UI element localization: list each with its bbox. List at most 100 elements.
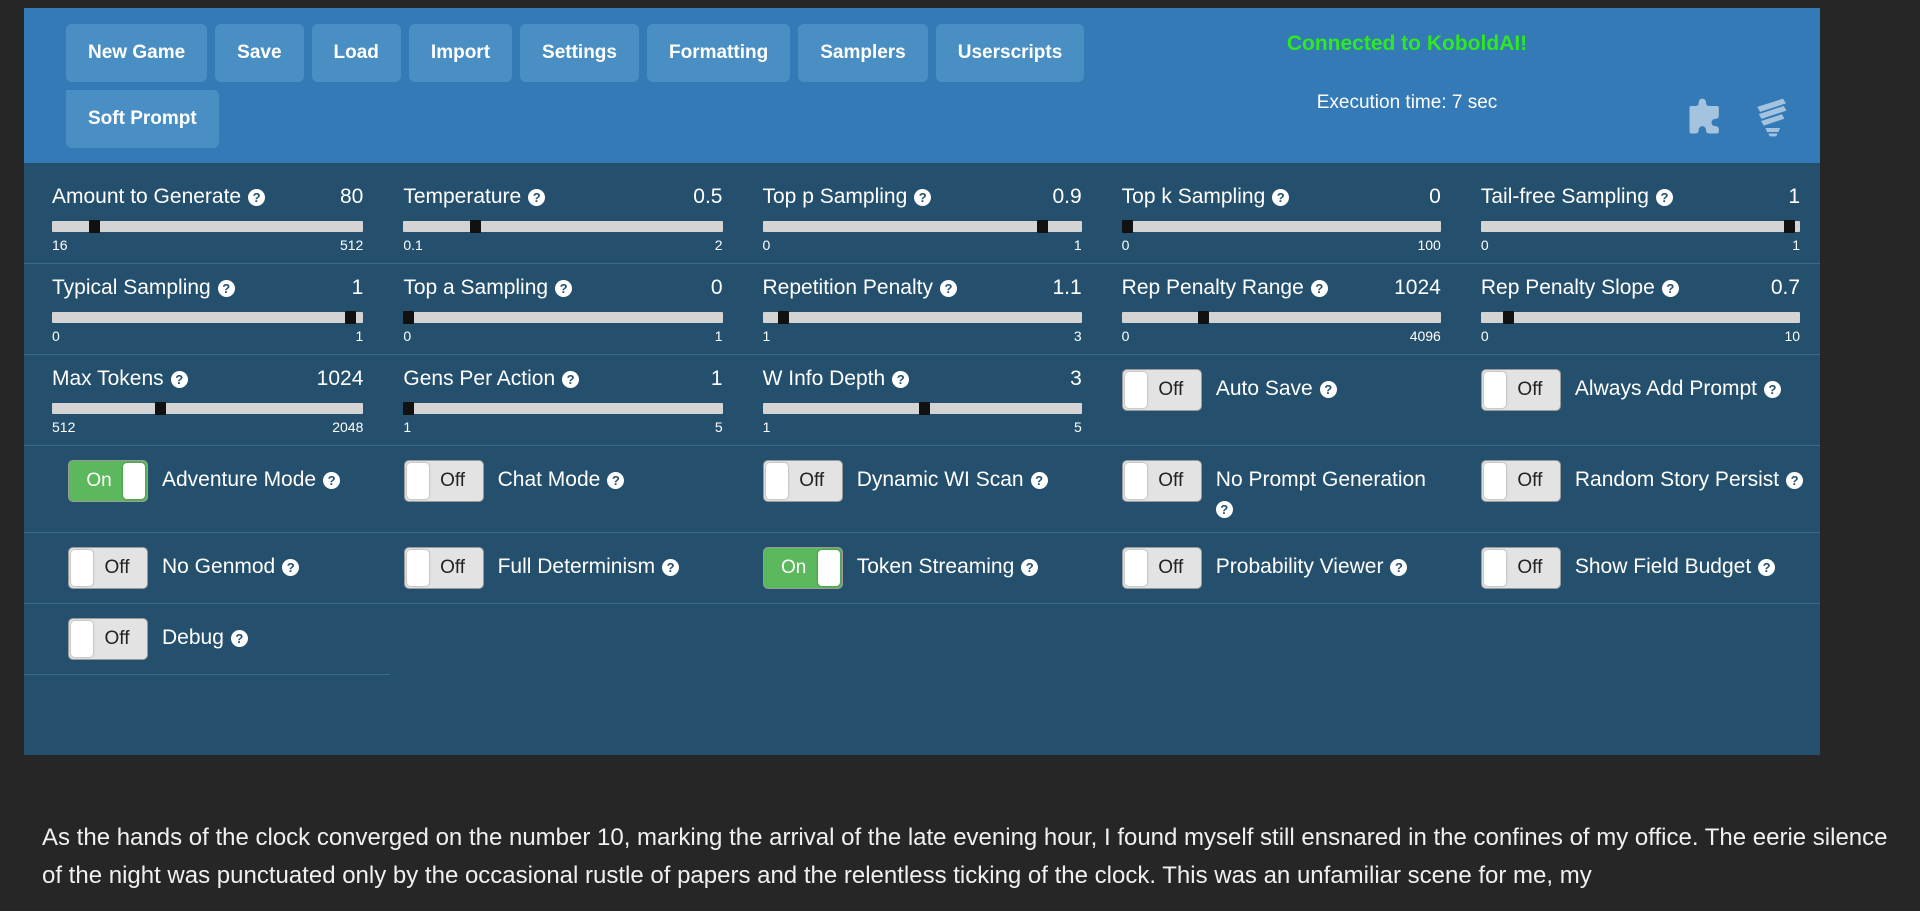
toggle-full-determinism[interactable]: Off Full Determinism? [384, 533, 743, 603]
toggle-auto-save[interactable]: Off Auto Save? [1102, 355, 1461, 445]
toggle-switch[interactable]: Off [68, 618, 148, 660]
help-icon[interactable]: ? [1655, 188, 1673, 206]
slider-track[interactable] [762, 220, 1082, 233]
toggle-switch[interactable]: Off [403, 460, 484, 502]
help-icon[interactable]: ? [323, 471, 341, 489]
slider-thumb[interactable] [1121, 220, 1133, 233]
help-icon[interactable]: ? [562, 370, 580, 388]
slider-thumb[interactable] [470, 220, 482, 233]
slider-thumb[interactable] [1503, 311, 1515, 324]
toggle-no-prompt-generation[interactable]: Off No Prompt Generation? [1102, 446, 1461, 532]
menu-button-formatting[interactable]: Formatting [646, 24, 791, 82]
help-icon[interactable]: ? [939, 279, 957, 297]
slider-top-p-sampling[interactable]: Top p Sampling? 0.9 0 1 [743, 173, 1102, 263]
slider-gens-per-action[interactable]: Gens Per Action? 1 1 5 [383, 355, 742, 445]
help-icon[interactable]: ? [1021, 558, 1039, 576]
toggle-switch[interactable]: Off [762, 460, 843, 502]
help-icon[interactable]: ? [1030, 471, 1048, 489]
slider-amount-to-generate[interactable]: Amount to Generate? 80 16 512 [24, 173, 383, 263]
slider-thumb[interactable] [344, 311, 356, 324]
slider-thumb[interactable] [778, 311, 790, 324]
help-icon[interactable]: ? [1310, 279, 1328, 297]
toggle-random-story-persist[interactable]: Off Random Story Persist? [1461, 446, 1820, 532]
slider-rep-penalty-slope[interactable]: Rep Penalty Slope? 0.7 0 10 [1461, 264, 1820, 354]
slider-rep-penalty-range[interactable]: Rep Penalty Range? 1024 0 4096 [1102, 264, 1461, 354]
toggle-switch[interactable]: Off [1480, 460, 1561, 502]
help-icon[interactable]: ? [1758, 558, 1776, 576]
slider-track[interactable] [1121, 220, 1441, 233]
toggle-switch[interactable]: Off [1121, 547, 1202, 589]
toggle-switch[interactable]: On [68, 460, 148, 502]
slider-track[interactable] [1121, 311, 1441, 324]
toggle-switch[interactable]: Off [1480, 547, 1561, 589]
toggle-switch[interactable]: Off [1480, 369, 1561, 411]
menu-button-new-game[interactable]: New Game [66, 24, 208, 82]
slider-track[interactable] [1480, 220, 1801, 233]
story-area[interactable]: As the hands of the clock converged on t… [20, 775, 1920, 911]
slider-track[interactable] [52, 220, 364, 233]
help-icon[interactable]: ? [1215, 501, 1233, 518]
slider-thumb[interactable] [1784, 220, 1796, 233]
help-icon[interactable]: ? [1390, 558, 1408, 576]
menu-button-samplers[interactable]: Samplers [798, 24, 928, 82]
toggle-dynamic-wi-scan[interactable]: Off Dynamic WI Scan? [743, 446, 1102, 532]
slider-track[interactable] [52, 311, 364, 324]
help-icon[interactable]: ? [217, 279, 235, 297]
help-icon[interactable]: ? [555, 279, 573, 297]
puzzle-piece-icon[interactable] [1684, 95, 1728, 139]
slider-thumb[interactable] [1198, 311, 1210, 324]
help-icon[interactable]: ? [1764, 380, 1782, 398]
slider-track[interactable] [403, 311, 723, 324]
menu-button-save[interactable]: Save [215, 24, 304, 82]
slider-max-tokens[interactable]: Max Tokens? 1024 512 2048 [24, 355, 383, 445]
slider-track[interactable] [52, 402, 364, 415]
slider-thumb[interactable] [1036, 220, 1048, 233]
slider-top-a-sampling[interactable]: Top a Sampling? 0 0 1 [383, 264, 742, 354]
slider-track[interactable] [762, 402, 1082, 415]
help-icon[interactable]: ? [1786, 471, 1804, 489]
menu-button-load[interactable]: Load [311, 24, 401, 82]
slider-thumb[interactable] [403, 311, 415, 324]
help-icon[interactable]: ? [892, 370, 910, 388]
slider-w-info-depth[interactable]: W Info Depth? 3 1 5 [743, 355, 1102, 445]
toggle-debug[interactable]: Off Debug? [24, 604, 390, 675]
menu-button-soft-prompt[interactable]: Soft Prompt [66, 90, 219, 148]
slider-track[interactable] [403, 220, 723, 233]
lightbulb-icon[interactable] [1750, 95, 1794, 139]
slider-top-k-sampling[interactable]: Top k Sampling? 0 0 100 [1102, 173, 1461, 263]
toggle-no-genmod[interactable]: Off No Genmod? [24, 533, 384, 603]
toggle-always-add-prompt[interactable]: Off Always Add Prompt? [1461, 355, 1820, 445]
help-icon[interactable]: ? [248, 188, 266, 206]
slider-temperature[interactable]: Temperature? 0.5 0.1 2 [383, 173, 742, 263]
slider-thumb[interactable] [89, 220, 101, 233]
menu-button-settings[interactable]: Settings [520, 24, 639, 82]
help-icon[interactable]: ? [607, 471, 625, 489]
slider-repetition-penalty[interactable]: Repetition Penalty? 1.1 1 3 [743, 264, 1102, 354]
toggle-switch[interactable]: On [762, 547, 843, 589]
slider-thumb[interactable] [919, 402, 931, 415]
slider-track[interactable] [762, 311, 1082, 324]
help-icon[interactable]: ? [230, 629, 248, 647]
menu-button-import[interactable]: Import [408, 24, 513, 82]
toggle-show-field-budget[interactable]: Off Show Field Budget? [1461, 533, 1820, 603]
help-icon[interactable]: ? [282, 558, 300, 576]
slider-thumb[interactable] [154, 402, 166, 415]
toggle-switch[interactable]: Off [68, 547, 148, 589]
help-icon[interactable]: ? [1661, 279, 1679, 297]
story-text[interactable]: As the hands of the clock converged on t… [20, 775, 1920, 895]
slider-typical-sampling[interactable]: Typical Sampling? 1 0 1 [24, 264, 383, 354]
slider-thumb[interactable] [403, 402, 415, 415]
toggle-token-streaming[interactable]: On Token Streaming? [743, 533, 1102, 603]
help-icon[interactable]: ? [528, 188, 546, 206]
help-icon[interactable]: ? [914, 188, 932, 206]
toggle-switch[interactable]: Off [1121, 369, 1202, 411]
toggle-switch[interactable]: Off [403, 547, 484, 589]
toggle-chat-mode[interactable]: Off Chat Mode? [384, 446, 743, 532]
toggle-switch[interactable]: Off [1121, 460, 1202, 502]
help-icon[interactable]: ? [662, 558, 680, 576]
toggle-probability-viewer[interactable]: Off Probability Viewer? [1102, 533, 1461, 603]
slider-tail-free-sampling[interactable]: Tail-free Sampling? 1 0 1 [1461, 173, 1820, 263]
help-icon[interactable]: ? [1319, 380, 1337, 398]
help-icon[interactable]: ? [1272, 188, 1290, 206]
menu-button-userscripts[interactable]: Userscripts [935, 24, 1085, 82]
